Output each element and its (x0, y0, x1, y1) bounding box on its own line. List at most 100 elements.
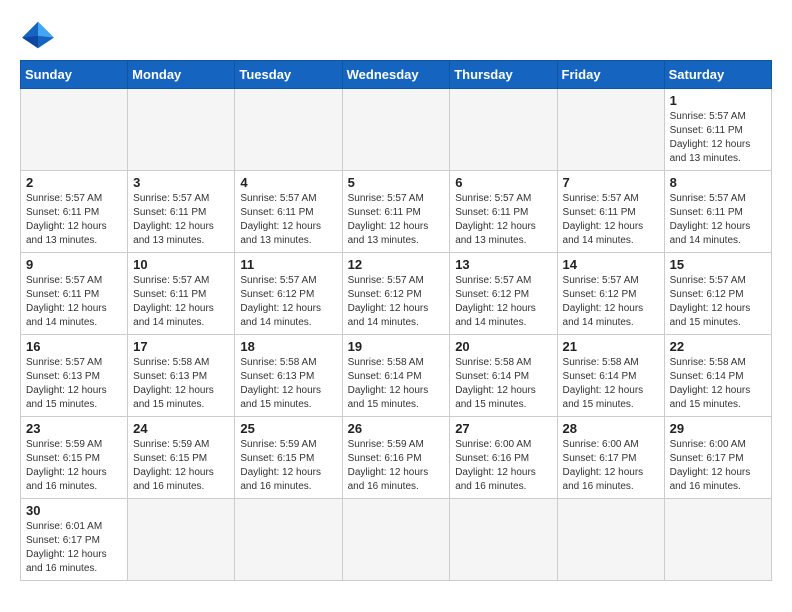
day-number: 1 (670, 93, 766, 108)
weekday-header-thursday: Thursday (450, 61, 557, 89)
calendar-cell: 20Sunrise: 5:58 AM Sunset: 6:14 PM Dayli… (450, 335, 557, 417)
day-info: Sunrise: 5:57 AM Sunset: 6:11 PM Dayligh… (26, 192, 122, 248)
calendar-cell: 10 Sunrise: 5:57 AM Sunset: 6:11 PM Dayli… (128, 253, 235, 335)
day-number: 21 (563, 339, 659, 354)
day-info: Sunrise: 5:57 AM Sunset: 6:12 PM Dayligh… (670, 274, 766, 330)
day-info: Sunrise: 5:58 AM Sunset: 6:13 PM Dayligh… (133, 356, 229, 412)
day-number: 26 (348, 421, 445, 436)
day-info: Sunrise: 5:57 AM Sunset: 6:11 PM Dayligh… (133, 192, 229, 248)
weekday-header-wednesday: Wednesday (342, 61, 450, 89)
calendar-cell (342, 499, 450, 581)
day-number: 17 (133, 339, 229, 354)
calendar-cell: 16 Sunrise: 5:57 AM Sunset: 6:13 PM Dayli… (21, 335, 128, 417)
weekday-header-saturday: Saturday (664, 61, 771, 89)
day-number: 15 (670, 257, 766, 272)
calendar-cell: 18 Sunrise: 5:58 AM Sunset: 6:13 PM Dayli… (235, 335, 342, 417)
calendar-cell: 9 Sunrise: 5:57 AM Sunset: 6:11 PM Daylig… (21, 253, 128, 335)
logo (20, 20, 60, 50)
day-number: 7 (563, 175, 659, 190)
day-info: Sunrise: 5:57 AM Sunset: 6:12 PM Dayligh… (240, 274, 336, 330)
calendar-cell: 15 Sunrise: 5:57 AM Sunset: 6:12 PM Dayli… (664, 253, 771, 335)
calendar-cell: 13Sunrise: 5:57 AM Sunset: 6:12 PM Dayli… (450, 253, 557, 335)
calendar-week-1: 1 Sunrise: 5:57 AM Sunset: 6:11 PM Daylig… (21, 89, 772, 171)
calendar-cell: 27Sunrise: 6:00 AM Sunset: 6:16 PM Dayli… (450, 417, 557, 499)
calendar-week-6: 30Sunrise: 6:01 AM Sunset: 6:17 PM Dayli… (21, 499, 772, 581)
day-info: Sunrise: 6:01 AM Sunset: 6:17 PM Dayligh… (26, 520, 122, 576)
calendar-week-4: 16 Sunrise: 5:57 AM Sunset: 6:13 PM Dayli… (21, 335, 772, 417)
day-info: Sunrise: 5:57 AM Sunset: 6:11 PM Dayligh… (26, 274, 122, 330)
day-info: Sunrise: 5:57 AM Sunset: 6:11 PM Dayligh… (670, 192, 766, 248)
day-number: 22 (670, 339, 766, 354)
calendar-cell: 1 Sunrise: 5:57 AM Sunset: 6:11 PM Daylig… (664, 89, 771, 171)
day-info: Sunrise: 5:57 AM Sunset: 6:12 PM Dayligh… (348, 274, 445, 330)
calendar-cell: 28Sunrise: 6:00 AM Sunset: 6:17 PM Dayli… (557, 417, 664, 499)
calendar-cell (235, 89, 342, 171)
calendar-cell: 21Sunrise: 5:58 AM Sunset: 6:14 PM Dayli… (557, 335, 664, 417)
day-number: 20 (455, 339, 551, 354)
day-info: Sunrise: 6:00 AM Sunset: 6:16 PM Dayligh… (455, 438, 551, 494)
calendar-cell: 23 Sunrise: 5:59 AM Sunset: 6:15 PM Dayli… (21, 417, 128, 499)
calendar-cell (450, 89, 557, 171)
day-number: 4 (240, 175, 336, 190)
weekday-header-sunday: Sunday (21, 61, 128, 89)
day-number: 10 (133, 257, 229, 272)
day-number: 8 (670, 175, 766, 190)
day-number: 29 (670, 421, 766, 436)
day-info: Sunrise: 5:57 AM Sunset: 6:11 PM Dayligh… (455, 192, 551, 248)
calendar-cell: 22 Sunrise: 5:58 AM Sunset: 6:14 PM Dayli… (664, 335, 771, 417)
calendar-cell: 11 Sunrise: 5:57 AM Sunset: 6:12 PM Dayli… (235, 253, 342, 335)
day-info: Sunrise: 6:00 AM Sunset: 6:17 PM Dayligh… (563, 438, 659, 494)
calendar-cell: 17 Sunrise: 5:58 AM Sunset: 6:13 PM Dayli… (128, 335, 235, 417)
day-number: 13 (455, 257, 551, 272)
day-number: 2 (26, 175, 122, 190)
calendar-cell (21, 89, 128, 171)
calendar-cell: 24 Sunrise: 5:59 AM Sunset: 6:15 PM Dayli… (128, 417, 235, 499)
calendar-cell: 2 Sunrise: 5:57 AM Sunset: 6:11 PM Daylig… (21, 171, 128, 253)
day-info: Sunrise: 5:57 AM Sunset: 6:11 PM Dayligh… (348, 192, 445, 248)
calendar-week-3: 9 Sunrise: 5:57 AM Sunset: 6:11 PM Daylig… (21, 253, 772, 335)
calendar-cell: 6 Sunrise: 5:57 AM Sunset: 6:11 PM Daylig… (450, 171, 557, 253)
day-number: 12 (348, 257, 445, 272)
calendar-cell (235, 499, 342, 581)
day-number: 9 (26, 257, 122, 272)
day-info: Sunrise: 5:57 AM Sunset: 6:11 PM Dayligh… (133, 274, 229, 330)
day-info: Sunrise: 5:57 AM Sunset: 6:13 PM Dayligh… (26, 356, 122, 412)
day-info: Sunrise: 5:58 AM Sunset: 6:13 PM Dayligh… (240, 356, 336, 412)
day-number: 25 (240, 421, 336, 436)
calendar-table: SundayMondayTuesdayWednesdayThursdayFrid… (20, 60, 772, 581)
day-info: Sunrise: 5:57 AM Sunset: 6:11 PM Dayligh… (670, 110, 766, 166)
day-info: Sunrise: 5:59 AM Sunset: 6:15 PM Dayligh… (26, 438, 122, 494)
day-info: Sunrise: 5:59 AM Sunset: 6:16 PM Dayligh… (348, 438, 445, 494)
day-number: 6 (455, 175, 551, 190)
calendar-week-2: 2 Sunrise: 5:57 AM Sunset: 6:11 PM Daylig… (21, 171, 772, 253)
calendar-cell (557, 89, 664, 171)
calendar-cell: 4Sunrise: 5:57 AM Sunset: 6:11 PM Daylig… (235, 171, 342, 253)
day-number: 5 (348, 175, 445, 190)
day-number: 14 (563, 257, 659, 272)
calendar-cell: 7 Sunrise: 5:57 AM Sunset: 6:11 PM Daylig… (557, 171, 664, 253)
day-info: Sunrise: 6:00 AM Sunset: 6:17 PM Dayligh… (670, 438, 766, 494)
day-number: 18 (240, 339, 336, 354)
day-number: 24 (133, 421, 229, 436)
day-number: 23 (26, 421, 122, 436)
calendar-cell: 8 Sunrise: 5:57 AM Sunset: 6:11 PM Daylig… (664, 171, 771, 253)
calendar-cell (450, 499, 557, 581)
page-header (20, 20, 772, 50)
weekday-header-row: SundayMondayTuesdayWednesdayThursdayFrid… (21, 61, 772, 89)
day-info: Sunrise: 5:57 AM Sunset: 6:11 PM Dayligh… (563, 192, 659, 248)
calendar-cell: 3 Sunrise: 5:57 AM Sunset: 6:11 PM Daylig… (128, 171, 235, 253)
calendar-cell: 5 Sunrise: 5:57 AM Sunset: 6:11 PM Daylig… (342, 171, 450, 253)
calendar-cell: 14 Sunrise: 5:57 AM Sunset: 6:12 PM Dayli… (557, 253, 664, 335)
calendar-cell: 19Sunrise: 5:58 AM Sunset: 6:14 PM Dayli… (342, 335, 450, 417)
day-number: 16 (26, 339, 122, 354)
day-info: Sunrise: 5:59 AM Sunset: 6:15 PM Dayligh… (240, 438, 336, 494)
weekday-header-friday: Friday (557, 61, 664, 89)
day-number: 11 (240, 257, 336, 272)
day-info: Sunrise: 5:59 AM Sunset: 6:15 PM Dayligh… (133, 438, 229, 494)
generalblue-logo-icon (20, 20, 56, 50)
day-info: Sunrise: 5:57 AM Sunset: 6:12 PM Dayligh… (563, 274, 659, 330)
day-info: Sunrise: 5:58 AM Sunset: 6:14 PM Dayligh… (670, 356, 766, 412)
calendar-cell (557, 499, 664, 581)
day-info: Sunrise: 5:58 AM Sunset: 6:14 PM Dayligh… (348, 356, 445, 412)
day-number: 3 (133, 175, 229, 190)
